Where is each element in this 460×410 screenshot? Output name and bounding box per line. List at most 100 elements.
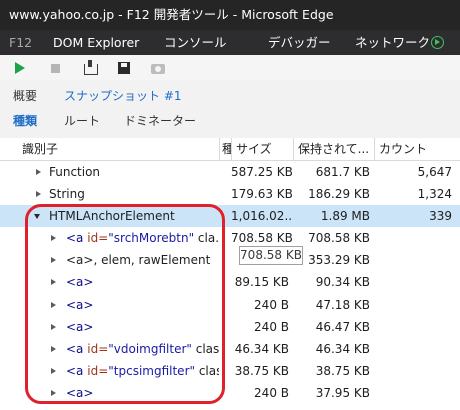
identifier-label: String [49,183,85,205]
retained-size-cell: 37.95 KB [315,385,370,400]
size-cell: 179.63 KB [231,187,293,202]
tab-debugger[interactable]: デバッガー [268,30,331,55]
devtools-tab-bar: F12 DOM Explorer コンソール デバッガー ネットワーク [0,30,460,55]
retained-size-cell: 186.29 KB [308,187,370,202]
identifier-cell: <a id="vdoimgfilter" clas... [0,338,219,360]
tab-console[interactable]: コンソール [164,30,227,55]
count-cell: 5,647 [417,165,452,179]
retained-size-cell: 46.47 KB [315,319,370,334]
camera-icon[interactable] [150,60,166,76]
table-row-instance[interactable]: <a id="vdoimgfilter" clas... 46.34 KB 46.3… [0,338,460,360]
tab-dom-explorer[interactable]: DOM Explorer [53,30,139,55]
column-header-size[interactable]: サイズ [231,138,293,160]
table-row-type[interactable]: String 179.63 KB 186.29 KB 1,324 [0,183,460,205]
chevron-right-icon[interactable] [51,389,56,396]
retained-size-cell: 28.98 KB [293,404,374,410]
size-cell: 89.15 KB [234,275,289,290]
column-header-retained-size[interactable]: 保持されて... [293,138,374,160]
chevron-right-icon[interactable] [51,323,56,330]
table-row-type[interactable]: HTMLAnchorElement 1,016.02... 1.89 MB 339 [0,205,460,228]
chevron-right-icon[interactable] [51,279,56,286]
kind-cell: H [219,404,231,410]
chevron-right-icon[interactable] [51,301,56,308]
retained-size-cell: 38.75 KB [315,363,370,378]
identifier-cell: HTMLAnchorElement [0,205,219,227]
tab-snapshot[interactable]: スナップショット #1 [64,88,182,104]
count-cell [374,294,460,316]
identifier-cell: <a>, elem, rawElement [0,249,219,271]
tab-summary[interactable]: 概要 [13,88,37,104]
kind-cell [219,161,231,183]
tab-types[interactable]: 種類 [13,113,37,129]
chevron-down-icon[interactable] [34,214,40,220]
retained-size-cell: 708.58 KB [308,231,370,246]
identifier-label: Function [49,161,100,183]
identifier-label: <a> [66,294,93,316]
save-icon[interactable] [116,60,132,76]
chevron-right-icon[interactable] [51,257,56,264]
table-row-instance[interactable]: <a>, elem, rawElement 353.29 KB [0,249,460,271]
element-tag: <a> [66,319,94,334]
element-tag: <a> [66,297,94,312]
count-cell: 1,324 [417,187,452,202]
import-icon[interactable] [82,60,98,76]
table-row-instance[interactable]: <a id="tpcsimgfilter" clas... 38.75 KB 38.… [0,360,460,382]
kind-cell [219,316,231,338]
size-cell: 240 B [231,404,293,410]
identifier-label: <a> [66,271,93,293]
play-icon[interactable] [12,60,28,76]
memory-toolbar [0,55,460,80]
size-cell: 240 B [254,297,289,312]
snapshot-view-tabs: 概要 スナップショット #1 種類 ルート ドミネーター [0,80,460,138]
tab-roots[interactable]: ルート [64,113,100,129]
retained-size-cell: 1.89 MB [320,209,370,224]
element-tag: <a [66,363,84,378]
kind-cell [219,271,231,293]
type-name: HTMLAnchorElement [49,209,175,224]
column-header-identifier[interactable]: 識別子 [0,138,219,160]
table-row-instance[interactable]: <a> 89.15 KB 90.34 KB [0,271,460,293]
identifier-label: <a id="tpcsimgfilter" clas... [66,360,219,382]
size-cell: 1,016.02... [231,209,293,224]
chevron-right-icon[interactable] [36,191,41,198]
retained-size-cell: 681.7 KB [315,165,370,179]
chevron-right-icon[interactable] [51,367,56,374]
identifier-cell: Function [0,161,219,183]
size-cell: 240 B [254,385,289,400]
element-tag: <a> [66,385,94,400]
identifier-cell: <a id="tpcsimgfilter" clas... [0,360,219,382]
attribute-name: id= [83,341,109,356]
stop-icon[interactable] [47,60,63,76]
table-row-type[interactable]: Function 587.25 KB 681.7 KB 5,647 [0,161,460,183]
identifier-cell: <a> [0,294,219,316]
table-row-instance[interactable]: <a> 240 B 46.47 KB [0,316,460,338]
attribute-value: "tpcsimgfilter" [108,363,196,378]
size-value-tooltip: 708.58 KB [239,246,303,265]
size-cell: 587.25 KB [231,165,293,179]
identifier-cell: <a> [0,316,219,338]
column-header-kind[interactable]: 種 [219,138,231,160]
attribute-value: "srchMorebtn" [108,231,195,246]
chevron-right-icon[interactable] [36,169,41,175]
attribute-rest: cla... [197,231,219,246]
identifier-label: <a id="srchMorebtn" cla... [66,227,219,249]
tab-network[interactable]: ネットワーク [355,30,430,55]
kind-cell [219,249,231,271]
table-row-instance[interactable]: <a> H240 B28.98 KB [0,404,460,410]
table-row-instance[interactable]: <a> 240 B 47.18 KB [0,294,460,316]
chevron-right-icon[interactable] [51,235,56,242]
kind-cell [219,205,231,227]
table-row-instance[interactable]: <a id="srchMorebtn" cla...708.58 KB708.5… [0,227,460,249]
network-play-icon[interactable] [431,36,444,49]
column-header-count[interactable]: カウント [374,138,460,160]
identifier-cell: <a> [0,382,219,404]
table-row-instance[interactable]: <a> 240 B 37.95 KB [0,382,460,404]
kind-cell [219,294,231,316]
f12-label: F12 [9,35,33,50]
attribute-rest: clas... [198,363,219,378]
count-cell [374,316,460,338]
tab-dominators[interactable]: ドミネーター [124,113,196,129]
type-name: String [49,187,85,202]
retained-size-cell: 353.29 KB [308,253,370,268]
chevron-right-icon[interactable] [51,345,56,352]
